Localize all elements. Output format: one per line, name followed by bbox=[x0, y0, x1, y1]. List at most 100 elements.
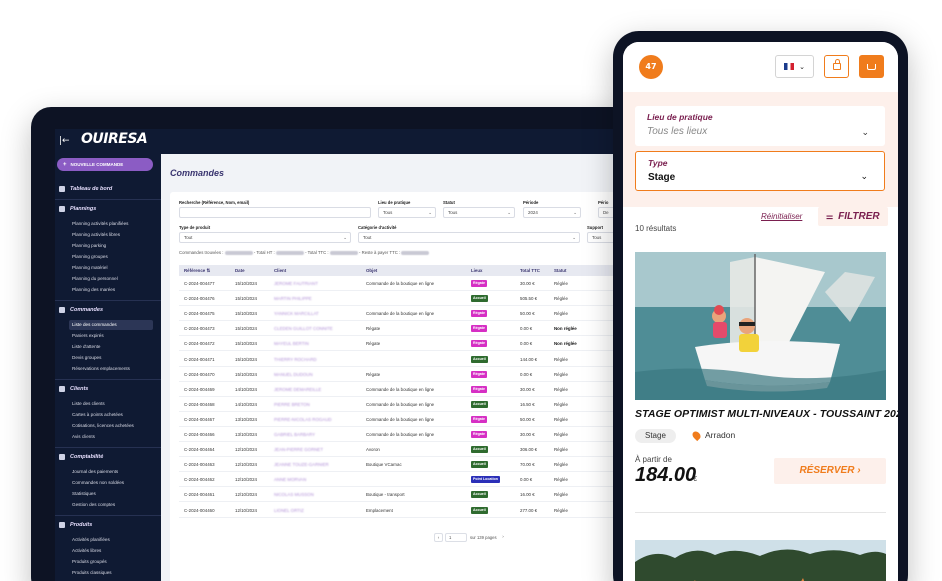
table-row[interactable]: C-2024-004471 15/10/2024 THIERRY ROCHARD Ac… bbox=[179, 352, 635, 367]
table-row[interactable]: C-2024-004476 15/10/2024 MARTIN PHILIPPE Ac… bbox=[179, 291, 635, 307]
order-reference[interactable]: C-2024-004475 bbox=[184, 306, 215, 321]
statut-select[interactable]: Tous ⌄ bbox=[443, 207, 515, 218]
table-row[interactable]: C-2024-004463 12/10/2024 JEANNE TOUZE-GARN… bbox=[179, 457, 635, 473]
sidebar-item[interactable]: Planning matériel bbox=[72, 265, 108, 270]
order-reference[interactable]: C-2024-004463 bbox=[184, 457, 215, 472]
filter-button[interactable]: ⚌ FILTRER bbox=[818, 207, 888, 226]
sidebar-item[interactable]: Activités libres bbox=[72, 548, 101, 553]
sidebar-section-commandes[interactable]: Commandes bbox=[59, 307, 103, 313]
reset-link[interactable]: Réinitialiser bbox=[761, 212, 802, 221]
prev-page-button[interactable]: ‹ bbox=[434, 533, 443, 542]
order-reference[interactable]: C-2024-004466 bbox=[184, 427, 215, 442]
order-client[interactable]: CLEDEN GUILLOT CONNITE bbox=[274, 321, 333, 336]
order-client[interactable]: PIERRE BRETON bbox=[274, 397, 310, 412]
sidebar-item[interactable]: Devis groupes bbox=[72, 355, 101, 360]
sidebar-item[interactable]: Planning groupes bbox=[72, 254, 108, 259]
order-reference[interactable]: C-2024-004461 bbox=[184, 487, 215, 502]
table-row[interactable]: C-2024-004469 14/10/2024 JEROME DEMAREILLE… bbox=[179, 382, 635, 397]
activity-title[interactable]: STAGE OPTIMIST MULTI-NIVEAUX - TOUSSAINT… bbox=[635, 408, 898, 420]
sidebar-item[interactable]: Cotisations, licences achetées bbox=[72, 423, 134, 428]
order-client[interactable]: JEAN-PIERRE GORNET bbox=[274, 442, 323, 457]
order-client[interactable]: THIERRY ROCHARD bbox=[274, 352, 317, 367]
order-reference[interactable]: C-2024-004467 bbox=[184, 412, 215, 427]
order-reference[interactable]: C-2024-004471 bbox=[184, 352, 215, 367]
sidebar-section-plannings[interactable]: Plannings bbox=[59, 206, 96, 212]
order-reference[interactable]: C-2024-004460 bbox=[184, 503, 215, 518]
col-date[interactable]: Date bbox=[235, 265, 245, 276]
table-row[interactable]: C-2024-004472 15/10/2024 MAYEUL BERTIN Réga… bbox=[179, 336, 635, 352]
activity-photo[interactable] bbox=[635, 252, 886, 400]
collapse-sidebar-icon[interactable]: |← bbox=[59, 136, 70, 146]
sidebar-section-comptabilite[interactable]: Comptabilité bbox=[59, 454, 103, 460]
periode-select[interactable]: 2024 ⌄ bbox=[523, 207, 581, 218]
type-dropdown[interactable]: Type Stage ⌄ bbox=[635, 151, 885, 191]
sidebar-item[interactable]: Planning des marées bbox=[72, 287, 115, 292]
search-input[interactable] bbox=[179, 207, 371, 218]
sidebar-item[interactable]: Liste des clients bbox=[72, 401, 105, 406]
sidebar-item[interactable]: Planning du personnel bbox=[72, 276, 118, 281]
sidebar-item[interactable]: Paniers expirés bbox=[72, 333, 104, 338]
col-client[interactable]: Client bbox=[274, 265, 286, 276]
sidebar-item[interactable]: Liste d'attente bbox=[72, 344, 100, 349]
table-row[interactable]: C-2024-004475 15/10/2024 YANNICK MARCILLAT… bbox=[179, 306, 635, 322]
order-client[interactable]: JEROME DEMAREILLE bbox=[274, 382, 321, 397]
language-selector[interactable]: ⌄ bbox=[775, 55, 814, 78]
sidebar-section-dashboard[interactable]: Tableau de bord bbox=[59, 186, 112, 192]
categorie-select[interactable]: Tout ⌄ bbox=[358, 232, 580, 243]
sidebar-item[interactable]: Activités planifiées bbox=[72, 537, 110, 542]
order-client[interactable]: MANUEL DUDOUN bbox=[274, 367, 313, 382]
reserve-button[interactable]: RÉSERVER › bbox=[774, 458, 886, 484]
col-statut[interactable]: Statut bbox=[554, 265, 566, 276]
order-client[interactable]: GABRIEL BARBARY bbox=[274, 427, 315, 442]
type-select[interactable]: Tout ⌄ bbox=[179, 232, 351, 243]
order-client[interactable]: JEANNE TOUZE-GARNIER bbox=[274, 457, 329, 472]
order-client[interactable]: NICOLAS MUSSON bbox=[274, 487, 314, 502]
sidebar-item[interactable]: Réservations emplacements bbox=[72, 366, 130, 371]
sidebar-item[interactable]: Commandes non soldées bbox=[72, 480, 124, 485]
col-lieux[interactable]: Lieux bbox=[471, 265, 482, 276]
sidebar-section-clients[interactable]: Clients bbox=[59, 386, 88, 392]
order-client[interactable]: JEROME FAUTRIANT bbox=[274, 276, 318, 291]
table-row[interactable]: C-2024-004466 13/10/2024 GABRIEL BARBARY Co… bbox=[179, 427, 635, 442]
order-reference[interactable]: C-2024-004470 bbox=[184, 367, 215, 382]
order-client[interactable]: PIERRE-NICOLAS ROGAUD bbox=[274, 412, 332, 427]
table-row[interactable]: C-2024-004468 14/10/2024 PIERRE BRETON Comm… bbox=[179, 397, 635, 412]
order-client[interactable]: MAYEUL BERTIN bbox=[274, 336, 309, 351]
order-client[interactable]: YANNICK MARCILLAT bbox=[274, 306, 319, 321]
table-row[interactable]: C-2024-004473 15/10/2024 CLEDEN GUILLOT CO… bbox=[179, 321, 635, 337]
table-row[interactable]: C-2024-004461 12/10/2024 NICOLAS MUSSON Bou… bbox=[179, 487, 635, 503]
col-reference[interactable]: Référence ⇅ bbox=[184, 265, 210, 276]
order-client[interactable]: MARTIN PHILIPPE bbox=[274, 291, 312, 306]
sidebar-item[interactable]: Produits classiques bbox=[72, 570, 112, 575]
order-client[interactable]: LIONEL ORTIZ bbox=[274, 503, 304, 518]
activity-photo-next[interactable] bbox=[635, 540, 886, 581]
order-client[interactable]: ANNE MORVAN bbox=[274, 472, 306, 487]
sidebar-item[interactable]: Gestion des comptes bbox=[72, 502, 115, 507]
table-row[interactable]: C-2024-004464 12/10/2024 JEAN-PIERRE GORNE… bbox=[179, 442, 635, 458]
sidebar-item[interactable]: Produits groupés bbox=[72, 559, 107, 564]
table-row[interactable]: C-2024-004470 15/10/2024 MANUEL DUDOUN Réga… bbox=[179, 367, 635, 382]
sidebar-item[interactable]: Cartes à points achetées bbox=[72, 412, 123, 417]
order-reference[interactable]: C-2024-004476 bbox=[184, 291, 215, 306]
sidebar-item[interactable]: Statistiques bbox=[72, 491, 96, 496]
sidebar-item[interactable]: Planning parking bbox=[72, 243, 106, 248]
page-input[interactable]: 1 bbox=[445, 533, 467, 542]
table-row[interactable]: C-2024-004467 13/10/2024 PIERRE-NICOLAS RO… bbox=[179, 412, 635, 427]
lieu-select[interactable]: Tous ⌄ bbox=[378, 207, 436, 218]
sidebar-item[interactable]: Planning activités planifiées bbox=[72, 221, 128, 226]
lieu-dropdown[interactable]: Lieu de pratique Tous les lieux ⌄ bbox=[635, 106, 885, 146]
site-logo[interactable]: 47 bbox=[639, 55, 663, 79]
col-objet[interactable]: Objet bbox=[366, 265, 377, 276]
order-reference[interactable]: C-2024-004472 bbox=[184, 336, 215, 351]
sidebar-item[interactable]: Planning activités libres bbox=[72, 232, 120, 237]
col-total[interactable]: Total TTC bbox=[520, 265, 540, 276]
sidebar-section-produits[interactable]: Produits bbox=[59, 522, 92, 528]
order-reference[interactable]: C-2024-004469 bbox=[184, 382, 215, 397]
order-reference[interactable]: C-2024-004473 bbox=[184, 321, 215, 336]
new-order-button[interactable]: + NOUVELLE COMMANDE bbox=[57, 158, 153, 171]
account-button[interactable] bbox=[824, 55, 849, 78]
order-reference[interactable]: C-2024-004464 bbox=[184, 442, 215, 457]
sidebar-item[interactable]: Avis clients bbox=[72, 434, 95, 439]
sidebar-item-active[interactable]: Liste des commandes bbox=[69, 320, 153, 330]
table-row[interactable]: C-2024-004460 12/10/2024 LIONEL ORTIZ Empla… bbox=[179, 503, 635, 518]
